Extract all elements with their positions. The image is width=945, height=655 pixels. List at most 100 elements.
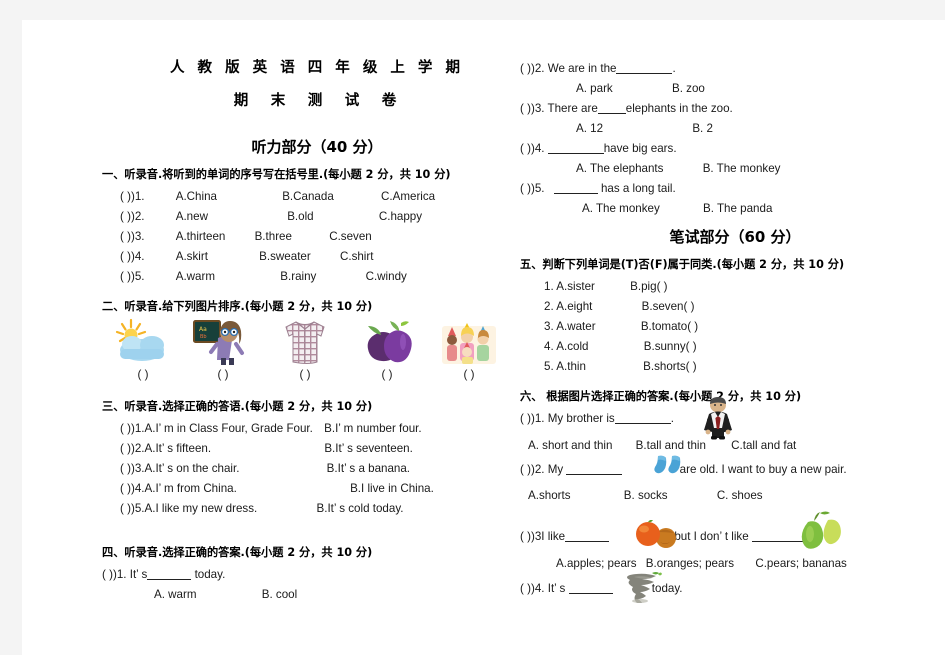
question-row[interactable]: 2. A.eight B.seven( ) bbox=[520, 296, 945, 316]
option-a[interactable]: A.apples; pears bbox=[556, 557, 637, 570]
option-row[interactable]: A. warm B. cool bbox=[102, 584, 532, 604]
option-b[interactable]: B.It’ s cold today. bbox=[316, 502, 403, 515]
option-b[interactable]: B. The panda bbox=[703, 202, 772, 215]
option-c[interactable]: C.pears; bananas bbox=[755, 557, 847, 570]
option-row[interactable]: A. The elephants B. The monkey bbox=[520, 158, 945, 178]
answer-paren[interactable] bbox=[120, 502, 131, 515]
question-row[interactable]: )4. have big ears. bbox=[520, 138, 945, 158]
option-b[interactable]: B.I’ m number four. bbox=[324, 422, 422, 435]
option-a[interactable]: A.China bbox=[176, 190, 217, 203]
option-b[interactable]: B. socks bbox=[624, 489, 668, 502]
question-row[interactable]: )5.A.I like my new dress. B.It’ s cold t… bbox=[102, 498, 532, 518]
option-b[interactable]: B. cool bbox=[262, 588, 297, 601]
question-row[interactable]: )3.A.It’ s on the chair. B.It’ s a banan… bbox=[102, 458, 532, 478]
fill-blank[interactable] bbox=[616, 72, 673, 74]
fill-blank[interactable] bbox=[147, 578, 192, 580]
question-row[interactable]: )5. A.warm B.rainy C.windy bbox=[102, 266, 532, 286]
option-b[interactable]: B.It’ s seventeen. bbox=[324, 442, 413, 455]
question-row[interactable]: )3. There are elephants in the zoo. bbox=[520, 98, 945, 118]
picture-mark[interactable]: ( ) bbox=[192, 368, 254, 381]
option-b[interactable]: B.sweater bbox=[259, 250, 311, 263]
answer-paren[interactable] bbox=[120, 230, 131, 243]
option-a[interactable]: A. The elephants bbox=[576, 162, 663, 175]
option-row[interactable]: A. park B. zoo bbox=[520, 78, 945, 98]
question-row[interactable]: 1. A.sister B.pig( ) bbox=[520, 276, 945, 296]
option-a[interactable]: A.skirt bbox=[176, 250, 208, 263]
answer-paren[interactable] bbox=[120, 422, 131, 435]
answer-paren[interactable] bbox=[120, 270, 131, 283]
answer-paren[interactable] bbox=[120, 190, 131, 203]
option-b[interactable]: B.three bbox=[255, 230, 292, 243]
answer-paren[interactable] bbox=[520, 62, 531, 75]
question-row[interactable]: )2. A.new B.old C.happy bbox=[102, 206, 532, 226]
answer-paren[interactable] bbox=[520, 102, 531, 115]
question-row[interactable]: )3. A.thirteen B.three C.seven bbox=[102, 226, 532, 246]
option-b[interactable]: B.pig( ) bbox=[630, 280, 667, 293]
answer-paren[interactable] bbox=[520, 412, 531, 425]
fill-blank[interactable] bbox=[547, 152, 604, 154]
question-row[interactable]: )1. It’ s today. bbox=[102, 564, 532, 584]
option-a[interactable]: A.thirteen bbox=[176, 230, 226, 243]
option-a[interactable]: A. The monkey bbox=[582, 202, 660, 215]
option-b[interactable]: B.rainy bbox=[280, 270, 316, 283]
answer-paren[interactable] bbox=[120, 462, 131, 475]
fill-blank[interactable] bbox=[597, 112, 626, 114]
option-a[interactable]: A.I like my new dress. bbox=[144, 502, 257, 515]
picture-mark[interactable]: ( ) bbox=[274, 368, 336, 381]
option-a[interactable]: A. 12 bbox=[576, 122, 603, 135]
answer-paren[interactable] bbox=[120, 482, 131, 495]
option-a[interactable]: A.cold bbox=[556, 340, 588, 353]
option-b[interactable]: B.seven( ) bbox=[642, 300, 695, 313]
option-a[interactable]: A.shorts bbox=[528, 489, 571, 502]
question-row[interactable]: )2.A.It’ s fifteen. B.It’ s seventeen. bbox=[102, 438, 532, 458]
option-a[interactable]: A. warm bbox=[154, 588, 197, 601]
option-a[interactable]: A.It’ s fifteen. bbox=[144, 442, 211, 455]
question-row[interactable]: )4.A.I’ m from China. B.I live in China. bbox=[102, 478, 532, 498]
option-b[interactable]: B.shorts( ) bbox=[643, 360, 696, 373]
option-a[interactable]: A.water bbox=[556, 320, 595, 333]
picture-mark[interactable]: ( ) bbox=[112, 368, 174, 381]
option-b[interactable]: B.oranges; pears bbox=[646, 557, 734, 570]
answer-paren[interactable] bbox=[520, 530, 531, 543]
option-a[interactable]: A.It’ s on the chair. bbox=[144, 462, 239, 475]
option-b[interactable]: B.tomato( ) bbox=[641, 320, 698, 333]
option-b[interactable]: B. 2 bbox=[692, 122, 713, 135]
answer-paren[interactable] bbox=[520, 582, 531, 595]
option-a[interactable]: A.I’ m in Class Four, Grade Four. bbox=[144, 422, 312, 435]
option-b[interactable]: B. The monkey bbox=[703, 162, 781, 175]
option-row[interactable]: A. 12 B. 2 bbox=[520, 118, 945, 138]
option-a[interactable]: A.thin bbox=[556, 360, 586, 373]
answer-paren[interactable] bbox=[102, 568, 113, 581]
answer-paren[interactable] bbox=[520, 142, 531, 155]
option-row[interactable]: A.shorts B. socks C. shoes bbox=[520, 479, 945, 506]
option-row[interactable]: A. The monkey B. The panda bbox=[520, 198, 945, 218]
fill-blank[interactable] bbox=[553, 192, 598, 194]
answer-paren[interactable] bbox=[120, 210, 131, 223]
option-a[interactable]: A.new bbox=[176, 210, 208, 223]
question-row[interactable]: )5. has a long tail. bbox=[520, 178, 945, 198]
question-row[interactable]: )1.A.I’ m in Class Four, Grade Four. B.I… bbox=[102, 418, 532, 438]
question-row[interactable]: 4. A.cold B.sunny( ) bbox=[520, 336, 945, 356]
answer-paren[interactable] bbox=[520, 182, 531, 195]
option-b[interactable]: B.old bbox=[287, 210, 313, 223]
question-row[interactable]: 5. A.thin B.shorts( ) bbox=[520, 356, 945, 376]
question-row[interactable]: )1. A.China B.Canada C.America bbox=[102, 186, 532, 206]
option-b[interactable]: B. zoo bbox=[672, 82, 705, 95]
option-c[interactable]: C.seven bbox=[329, 230, 372, 243]
option-a[interactable]: A.I’ m from China. bbox=[144, 482, 236, 495]
picture-mark[interactable]: ( ) bbox=[356, 368, 418, 381]
option-c[interactable]: C. shoes bbox=[717, 489, 763, 502]
option-a[interactable]: A.sister bbox=[556, 280, 595, 293]
option-c[interactable]: C.America bbox=[381, 190, 435, 203]
option-b[interactable]: B.I live in China. bbox=[350, 482, 434, 495]
question-row[interactable]: )2. My are old. I want to buy a new pair… bbox=[520, 455, 945, 480]
answer-paren[interactable] bbox=[520, 463, 531, 476]
fill-blank[interactable] bbox=[568, 592, 613, 594]
picture-mark[interactable]: ( ) bbox=[438, 368, 500, 381]
option-row[interactable]: A.apples; pears B.oranges; pears C.pears… bbox=[520, 546, 945, 574]
option-c[interactable]: C.shirt bbox=[340, 250, 374, 263]
answer-paren[interactable] bbox=[120, 442, 131, 455]
option-c[interactable]: C.tall and fat bbox=[731, 439, 796, 452]
question-row[interactable]: )2. We are in the. bbox=[520, 58, 945, 78]
fill-blank[interactable] bbox=[566, 473, 623, 475]
